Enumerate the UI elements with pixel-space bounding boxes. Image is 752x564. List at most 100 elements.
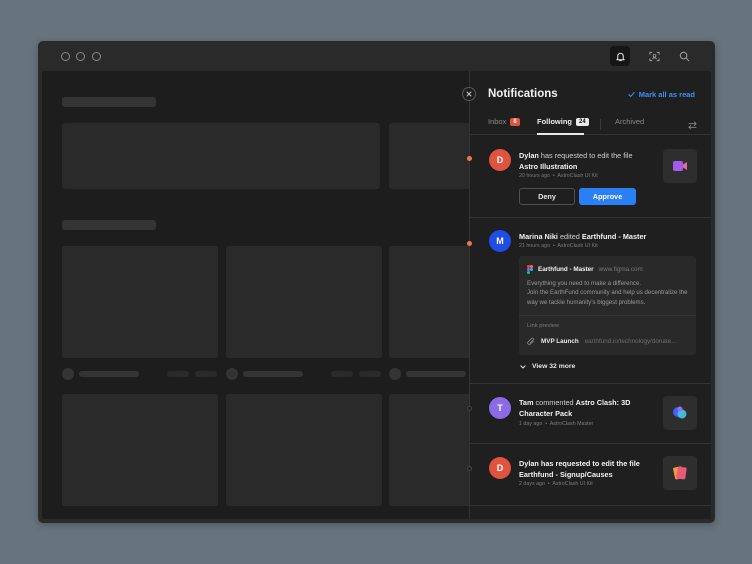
file-preview-card[interactable]: Earthfund - Master www.figma.com Everyth… — [519, 256, 696, 355]
card-description: Everything you need to make a difference… — [527, 279, 695, 307]
skeleton-line — [195, 371, 217, 377]
window-minimize-control[interactable] — [76, 52, 85, 61]
search-icon — [679, 51, 689, 61]
notification-meta: 1 day ago • AstroClash Master — [519, 421, 594, 427]
tab-label: Inbox — [488, 117, 507, 126]
tab-inbox[interactable]: Inbox 8 — [488, 117, 520, 126]
close-panel-button[interactable] — [462, 87, 476, 101]
link-url: earthfund.io/technology/donate... — [584, 338, 677, 345]
deny-button[interactable]: Deny — [519, 188, 575, 205]
notification-source: AstroClash UI Kit — [552, 481, 593, 487]
tab-label: Following — [537, 117, 572, 126]
notification-source: AstroClash Master — [549, 421, 594, 427]
video-camera-icon — [673, 161, 687, 171]
file-thumbnail[interactable] — [663, 456, 697, 490]
notification-user: Dylan — [519, 151, 539, 160]
skeleton-line — [359, 371, 381, 377]
skeleton-card — [226, 246, 382, 358]
bell-icon — [615, 52, 625, 61]
avatar: D — [489, 149, 511, 171]
skeleton-avatar — [226, 368, 238, 380]
approve-button[interactable]: Approve — [579, 188, 636, 205]
notification-action: commented — [533, 398, 576, 407]
notification-action: has requested to edit the file — [538, 459, 640, 468]
notification-action: edited — [557, 232, 582, 241]
notification-source: AstroClash UI Kit — [557, 243, 598, 249]
avatar: D — [489, 457, 511, 479]
notification-message: Dylan has requested to edit the file Ast… — [519, 150, 649, 172]
link-name: MVP Launch — [541, 338, 579, 345]
skeleton-line — [331, 371, 353, 377]
unread-indicator — [467, 241, 472, 246]
skeleton-banner — [62, 123, 380, 189]
skeleton-line — [243, 371, 303, 377]
filter-button[interactable] — [688, 117, 697, 135]
titlebar — [38, 41, 715, 71]
card-url[interactable]: www.figma.com — [599, 266, 643, 273]
notification-target[interactable]: Earthfund - Signup/Causes — [519, 470, 613, 479]
tab-archived[interactable]: Archived — [615, 117, 644, 126]
search-button[interactable] — [674, 46, 694, 66]
card-header: Earthfund - Master www.figma.com — [527, 265, 643, 274]
card-title: Earthfund - Master — [538, 266, 594, 273]
unread-indicator — [467, 156, 472, 161]
link-preview-label: Link preview — [527, 323, 560, 329]
notification-item[interactable]: T Tam commented Astro Clash: 3D Characte… — [467, 384, 711, 444]
notification-user: Tam — [519, 398, 534, 407]
following-count-badge: 24 — [576, 117, 589, 126]
notification-meta: 20 hours ago • AstroClash UI Kit — [519, 173, 598, 179]
notification-target[interactable]: Astro Illustration — [519, 162, 577, 171]
notification-time: 20 hours ago — [519, 173, 550, 179]
notification-item[interactable]: D Dylan has requested to edit the file A… — [467, 136, 711, 218]
active-tab-indicator — [537, 133, 584, 135]
tab-following[interactable]: Following 24 — [537, 117, 589, 126]
notification-user: Marina Niki — [519, 232, 558, 241]
skeleton-line — [167, 371, 189, 377]
link-preview[interactable]: MVP Launch earthfund.io/technology/donat… — [527, 337, 676, 346]
view-more-label: View 32 more — [532, 363, 576, 370]
skeleton-card — [226, 394, 382, 506]
notification-source: AstroClash UI Kit — [557, 173, 598, 179]
close-icon — [466, 91, 472, 97]
swap-arrows-icon — [688, 121, 697, 130]
file-thumbnail[interactable] — [663, 149, 697, 183]
skeleton-card — [62, 394, 218, 506]
skeleton-avatar — [62, 368, 74, 380]
divider — [519, 315, 696, 316]
notification-item[interactable]: D Dylan has requested to edit the file E… — [467, 444, 711, 506]
paperclip-icon — [527, 337, 534, 345]
tab-label: Archived — [615, 117, 645, 126]
cards-stack-icon — [673, 466, 687, 480]
app-window: Notifications Mark all as read Inbox 8 F… — [38, 41, 715, 523]
notification-meta: 2 days ago • AstroClash UI Kit — [519, 481, 593, 487]
notification-item[interactable]: M Marina Niki edited Earthfund - Master … — [467, 218, 711, 384]
notification-message: Marina Niki edited Earthfund - Master — [519, 231, 679, 242]
skeleton-card — [62, 246, 218, 358]
skeleton-avatar — [389, 368, 401, 380]
check-icon — [628, 92, 635, 97]
scan-button[interactable] — [644, 46, 664, 66]
figma-icon — [527, 265, 533, 274]
view-more-button[interactable]: View 32 more — [520, 363, 575, 370]
scan-icon — [648, 51, 660, 61]
avatar: T — [489, 397, 511, 419]
notification-message: Tam commented Astro Clash: 3D Character … — [519, 397, 639, 419]
notification-user: Dylan — [519, 459, 539, 468]
file-thumbnail[interactable] — [663, 396, 697, 430]
mark-all-read-label: Mark all as read — [638, 90, 695, 99]
window-close-control[interactable] — [61, 52, 70, 61]
window-maximize-control[interactable] — [92, 52, 101, 61]
notification-time: 2 days ago — [519, 481, 545, 487]
notification-message: Dylan has requested to edit the file Ear… — [519, 458, 654, 480]
tab-divider — [600, 119, 601, 130]
panel-title: Notifications — [488, 88, 558, 100]
read-indicator — [467, 406, 472, 411]
3d-shapes-icon — [673, 406, 687, 419]
notification-tabs: Inbox 8 Following 24 Archived — [470, 111, 711, 135]
notification-target[interactable]: Earthfund - Master — [582, 232, 646, 241]
notification-time: 21 hours ago — [519, 243, 550, 249]
notifications-button[interactable] — [610, 46, 630, 66]
main-content: Notifications Mark all as read Inbox 8 F… — [42, 71, 711, 519]
mark-all-read-button[interactable]: Mark all as read — [628, 90, 695, 99]
skeleton-heading — [62, 220, 156, 230]
